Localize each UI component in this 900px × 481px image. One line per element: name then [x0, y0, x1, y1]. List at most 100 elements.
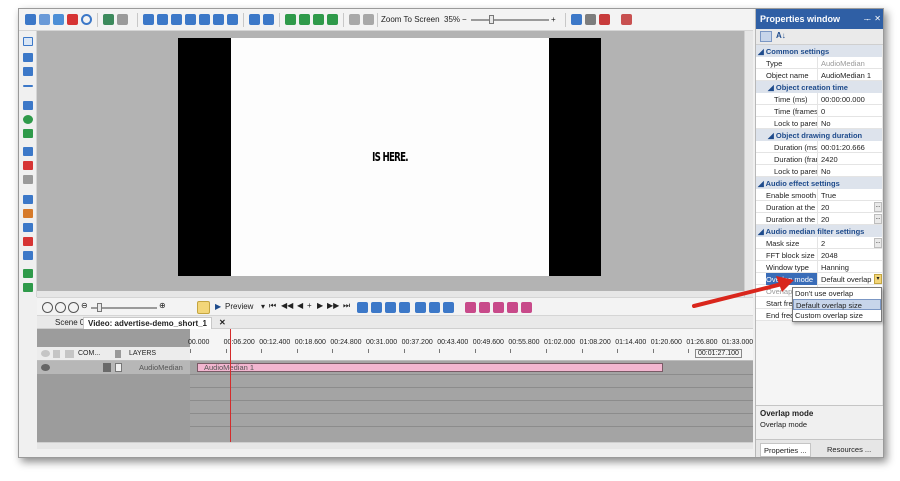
mask-size-field[interactable]: 2 — [819, 237, 882, 249]
duration-ms-field[interactable]: 00:01:20.666 — [819, 141, 882, 153]
rectangle-tool-icon[interactable] — [23, 101, 33, 110]
zoom-slider-thumb[interactable] — [489, 15, 494, 24]
timeline-zoom-plus[interactable]: ⊕ — [159, 301, 166, 310]
move-tool-icon[interactable] — [23, 283, 33, 292]
timeline-ruler[interactable]: 00.000 00:06.200 00:12.400 00:18.600 00:24.8… — [188, 329, 753, 361]
tab-video[interactable]: Video: advertise-demo_short_1 — [83, 317, 213, 329]
canvas-vertical-scrollbar[interactable] — [744, 31, 753, 297]
next-marker-icon[interactable]: ▶▶ — [327, 301, 339, 310]
previous-frame-icon[interactable]: ◀ — [297, 301, 303, 310]
fit-icon[interactable] — [249, 14, 260, 25]
categorized-view-icon[interactable] — [760, 31, 772, 42]
dropdown-arrow-icon[interactable]: ▾ — [874, 274, 882, 284]
redo-icon[interactable] — [117, 14, 128, 25]
layers-column-header[interactable]: LAYERS — [129, 350, 156, 357]
align-middle-icon[interactable] — [199, 14, 210, 25]
marker-list-icon[interactable] — [521, 302, 532, 313]
duration-begin-field[interactable]: 20 — [819, 201, 882, 213]
timeline-zoom-thumb[interactable] — [97, 303, 102, 312]
zoom-fit-timeline-icon[interactable] — [68, 302, 79, 313]
timeline-zoom-minus[interactable]: ⊖ — [81, 301, 88, 310]
swap-icon[interactable] — [443, 302, 454, 313]
marker-icon[interactable] — [599, 14, 610, 25]
eye-icon[interactable] — [41, 364, 50, 371]
align-center-icon[interactable] — [157, 14, 168, 25]
range-icon[interactable] — [371, 302, 382, 313]
section-object-creation-time[interactable]: ◢ Object creation time — [756, 81, 882, 93]
properties-scrollbar[interactable] — [882, 45, 883, 405]
ellipsis-button[interactable]: ... — [874, 214, 882, 224]
snap-icon[interactable] — [585, 14, 596, 25]
pin-icon[interactable]: ᅮ — [864, 14, 871, 25]
ellipsis-button[interactable]: ... — [874, 238, 882, 248]
timeline-row[interactable]: AudioMedian — [37, 361, 190, 374]
redo-timeline-icon[interactable] — [429, 302, 440, 313]
option-dont-use-overlap[interactable]: Don't use overlap — [793, 288, 881, 299]
alphabetical-sort-icon[interactable]: A↓ — [776, 31, 788, 42]
person-tool-icon[interactable] — [23, 209, 33, 218]
undo-timeline-icon[interactable] — [415, 302, 426, 313]
section-object-drawing-duration[interactable]: ◢ Object drawing duration — [756, 129, 882, 141]
video-tool-icon[interactable] — [23, 251, 33, 260]
shape-tool-icon[interactable] — [23, 129, 33, 138]
zoom-to-screen-button[interactable]: Zoom To Screen — [381, 15, 440, 24]
distribute-icon[interactable] — [227, 14, 238, 25]
time-frames-field[interactable]: 0 — [819, 105, 882, 117]
layer-tool-icon[interactable] — [23, 67, 33, 76]
group-icon[interactable] — [349, 14, 360, 25]
effect-tool-icon[interactable] — [23, 269, 33, 278]
loop-icon[interactable] — [357, 302, 368, 313]
pointer-tool-icon[interactable] — [23, 37, 33, 46]
duration-end-field[interactable]: 20 — [819, 213, 882, 225]
subtitle-tool-icon[interactable] — [23, 161, 33, 170]
preview-canvas[interactable]: IS HERE. — [37, 31, 753, 297]
align-left-icon[interactable] — [143, 14, 154, 25]
overlap-mode-select[interactable]: Default overlap — [819, 273, 882, 285]
end-time-marker[interactable]: 00:01:27.100 — [695, 349, 742, 358]
timeline-clip[interactable]: AudioMedian 1 — [197, 363, 663, 372]
align-right-icon[interactable] — [171, 14, 182, 25]
time-ms-field[interactable]: 00:00:00.000 — [819, 93, 882, 105]
lock-to-parent-field[interactable]: No — [819, 117, 882, 129]
close-tab-icon[interactable]: ✕ — [215, 317, 230, 329]
arrow-up-icon[interactable] — [285, 14, 296, 25]
split-icon[interactable]: + — [307, 301, 312, 310]
marker-remove-icon[interactable] — [479, 302, 490, 313]
trim-icon[interactable] — [399, 302, 410, 313]
brush-icon[interactable] — [621, 14, 632, 25]
circle-icon[interactable] — [81, 14, 92, 25]
align-bottom-icon[interactable] — [213, 14, 224, 25]
duration-frames-field[interactable]: 2420 — [819, 153, 882, 165]
arrow-bottom-icon[interactable] — [327, 14, 338, 25]
ellipsis-button[interactable]: ... — [874, 202, 882, 212]
object-name-field[interactable]: AudioMedian 1 — [819, 69, 882, 81]
fft-block-size-field[interactable]: 2048 — [819, 249, 882, 261]
chart-tool-icon[interactable] — [23, 195, 33, 204]
marker-next-icon[interactable] — [507, 302, 518, 313]
option-custom-overlap-size[interactable]: Custom overlap size — [793, 310, 881, 321]
close-panel-icon[interactable]: ✕ — [874, 14, 881, 23]
paste-icon[interactable] — [53, 14, 64, 25]
marker-prev-icon[interactable] — [493, 302, 504, 313]
arrow-top-icon[interactable] — [313, 14, 324, 25]
section-common-settings[interactable]: ◢ Common settings — [756, 45, 882, 57]
zoom-slider[interactable] — [471, 19, 549, 21]
lock-to-parent-field[interactable]: No — [819, 165, 882, 177]
undo-icon[interactable] — [103, 14, 114, 25]
preview-button[interactable]: Preview — [225, 302, 253, 311]
com-column-header[interactable]: COM... — [78, 350, 100, 357]
preview-dropdown-icon[interactable]: ▾ — [261, 302, 265, 311]
delete-icon[interactable] — [67, 14, 78, 25]
enable-smooth-field[interactable]: True — [819, 189, 882, 201]
music-tool-icon[interactable] — [23, 237, 33, 246]
zoom-out-icon[interactable]: − — [462, 15, 467, 24]
stretch-icon[interactable] — [263, 14, 274, 25]
cut-icon[interactable] — [25, 14, 36, 25]
copy-icon[interactable] — [39, 14, 50, 25]
last-frame-icon[interactable]: ⏭ — [343, 301, 350, 311]
video-frame[interactable]: IS HERE. — [178, 38, 601, 276]
line-tool-icon[interactable] — [23, 85, 33, 87]
cut-range-icon[interactable] — [385, 302, 396, 313]
next-frame-icon[interactable]: ▶ — [317, 301, 323, 310]
arrow-down-icon[interactable] — [299, 14, 310, 25]
